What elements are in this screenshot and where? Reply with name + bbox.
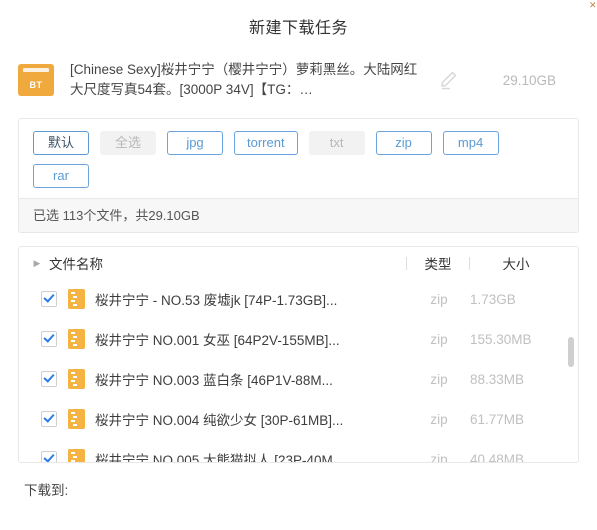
column-header-size[interactable]: 大小	[470, 253, 562, 273]
row-checkbox[interactable]	[41, 371, 57, 387]
filter-button-default[interactable]: 默认	[33, 131, 89, 155]
row-checkbox[interactable]	[41, 331, 57, 347]
file-size: 1.73GB	[470, 291, 516, 307]
file-name: 桜井宁宁 NO.004 纯欲少女 [30P-61MB]...	[95, 413, 344, 428]
torrent-name: [Chinese Sexy]桜井宁宁（樱井宁宁）萝莉黑丝。大陆网红大尺度写真54…	[70, 62, 418, 97]
close-icon[interactable]: ✕	[589, 1, 596, 10]
selection-summary: 已选 113个文件，共29.10GB	[19, 198, 578, 232]
row-checkbox[interactable]	[41, 411, 57, 427]
zip-file-icon	[68, 449, 85, 462]
file-list-header: ▶ 文件名称 类型 大小	[19, 247, 578, 279]
file-type: zip	[430, 331, 448, 347]
zip-file-icon	[68, 369, 85, 389]
table-row[interactable]: 桜井宁宁 NO.005 大熊猫拟人 [23P-40M zip 40.48MB	[19, 439, 578, 463]
row-checkbox[interactable]	[41, 451, 57, 462]
bt-icon-label: BT	[29, 80, 43, 90]
page-title: 新建下载任务	[248, 20, 348, 37]
torrent-summary-row: BT [Chinese Sexy]桜井宁宁（樱井宁宁）萝莉黑丝。大陆网红大尺度写…	[0, 52, 597, 108]
file-list-panel: ▶ 文件名称 类型 大小 桜井宁宁 - NO.53 废墟jk [74P-1.73…	[18, 246, 579, 463]
file-size: 40.48MB	[470, 451, 525, 463]
zip-file-icon	[68, 409, 85, 429]
expand-triangle-icon[interactable]: ▶	[29, 258, 45, 268]
table-row[interactable]: 桜井宁宁 NO.003 蓝白条 [46P1V-88M... zip 88.33M…	[19, 359, 578, 399]
file-list-scrollbar[interactable]	[568, 281, 574, 458]
table-row[interactable]: 桜井宁宁 NO.001 女巫 [64P2V-155MB]... zip 155.…	[19, 319, 578, 359]
file-name: 桜井宁宁 NO.001 女巫 [64P2V-155MB]...	[95, 333, 340, 348]
column-header-name[interactable]: 文件名称	[45, 253, 406, 273]
file-type: zip	[430, 411, 448, 427]
zip-file-icon	[68, 289, 85, 309]
row-checkbox[interactable]	[41, 291, 57, 307]
filter-button-txt[interactable]: txt	[308, 131, 365, 155]
bt-folder-icon: BT	[18, 62, 56, 98]
filter-panel: 默认 全选 jpg torrent txt zip mp4 rar 已选 113…	[18, 118, 579, 233]
file-size: 155.30MB	[470, 331, 532, 347]
column-header-type[interactable]: 类型	[407, 253, 469, 273]
file-name: 桜井宁宁 NO.003 蓝白条 [46P1V-88M...	[95, 373, 333, 388]
filter-button-mp4[interactable]: mp4	[442, 131, 499, 155]
download-to-label: 下载到:	[24, 483, 69, 498]
zip-file-icon	[68, 329, 85, 349]
torrent-size: 29.10GB	[502, 72, 556, 88]
file-size: 61.77MB	[470, 411, 525, 427]
filter-button-zip[interactable]: zip	[375, 131, 432, 155]
table-row[interactable]: 桜井宁宁 - NO.53 废墟jk [74P-1.73GB]... zip 1.…	[19, 279, 578, 319]
file-size: 88.33MB	[470, 371, 525, 387]
file-name: 桜井宁宁 - NO.53 废墟jk [74P-1.73GB]...	[95, 293, 338, 308]
filter-button-group: 默认 全选 jpg torrent txt zip mp4 rar	[19, 119, 578, 198]
file-type: zip	[430, 371, 448, 387]
filter-button-torrent[interactable]: torrent	[234, 131, 298, 155]
filter-button-jpg[interactable]: jpg	[167, 131, 223, 155]
scrollbar-thumb[interactable]	[568, 337, 574, 367]
file-type: zip	[430, 451, 448, 463]
table-row[interactable]: 桜井宁宁 NO.004 纯欲少女 [30P-61MB]... zip 61.77…	[19, 399, 578, 439]
file-name: 桜井宁宁 NO.005 大熊猫拟人 [23P-40M	[95, 453, 333, 463]
filter-button-selectall[interactable]: 全选	[100, 131, 156, 155]
pencil-edit-icon[interactable]	[436, 67, 462, 93]
file-type: zip	[430, 291, 448, 307]
filter-button-rar[interactable]: rar	[33, 164, 89, 188]
